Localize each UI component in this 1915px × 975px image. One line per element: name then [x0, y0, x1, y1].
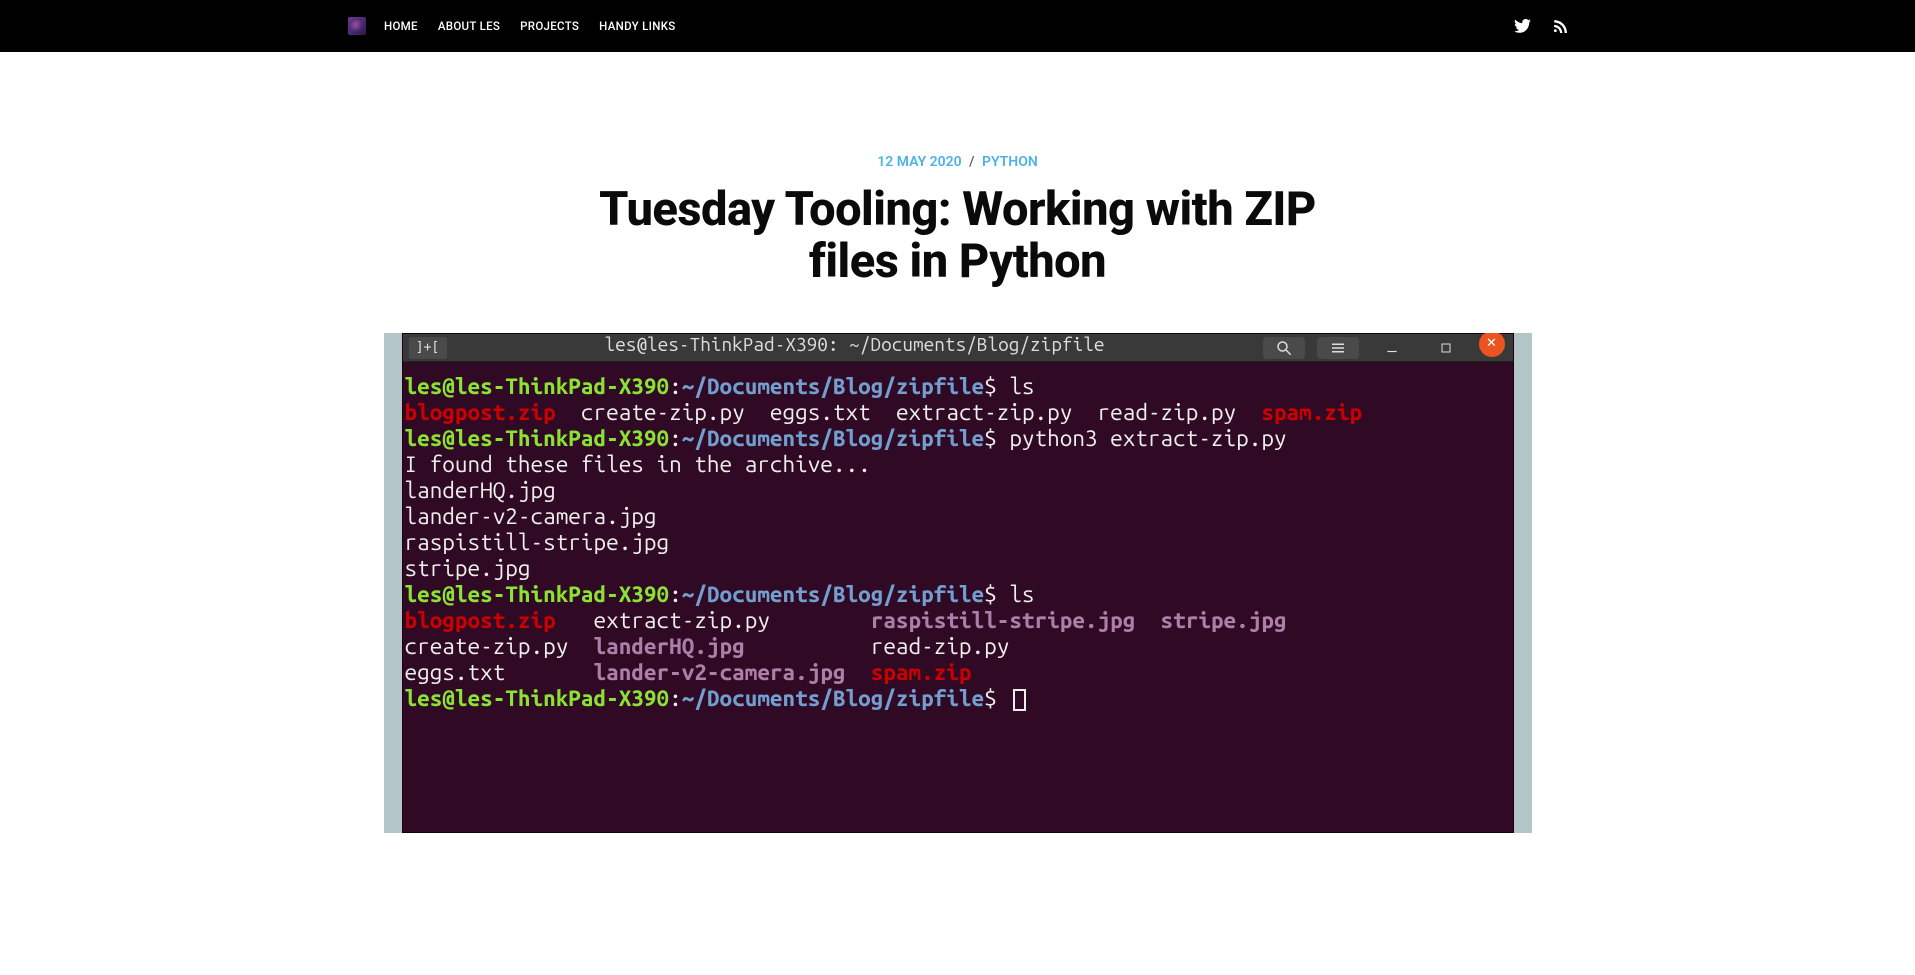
terminal-new-tab-icon: ]+[ [409, 337, 447, 359]
terminal-search-icon [1263, 337, 1305, 359]
terminal-menu-icon [1317, 337, 1359, 359]
terminal-prompt-user: les@les-ThinkPad-X390 [405, 426, 670, 451]
nav-links: HOME ABOUT LES PROJECTS HANDY LINKS [384, 19, 676, 33]
terminal-minimize-icon [1371, 337, 1413, 359]
terminal-file-image: lander-v2-camera.jpg [594, 660, 846, 685]
terminal-output-file: landerHQ.jpg [405, 478, 556, 503]
terminal-screenshot-figure: ]+[ les@les-ThinkPad-X390: ~/Documents/B… [384, 333, 1532, 833]
post-category-link[interactable]: PYTHON [982, 154, 1038, 170]
terminal-body: les@les-ThinkPad-X390:~/Documents/Blog/z… [403, 362, 1513, 832]
terminal-file-blogpost-zip: blogpost.zip [405, 608, 556, 633]
terminal-prompt-user: les@les-ThinkPad-X390 [405, 686, 670, 711]
nav-projects[interactable]: PROJECTS [520, 19, 579, 33]
terminal-prompt-user: les@les-ThinkPad-X390 [405, 374, 670, 399]
terminal-file-image: stripe.jpg [1161, 608, 1287, 633]
terminal-command-ls: ls [1009, 374, 1034, 399]
terminal-file: create-zip.py [581, 400, 745, 425]
terminal-file-blogpost-zip: blogpost.zip [405, 400, 556, 425]
post-title: Tuesday Tooling: Working with ZIP files … [588, 184, 1328, 287]
nav-about-les[interactable]: ABOUT LES [438, 19, 500, 33]
terminal-output-file: lander-v2-camera.jpg [405, 504, 657, 529]
nav-left-group: HOME ABOUT LES PROJECTS HANDY LINKS [348, 17, 676, 35]
terminal-file-spam-zip: spam.zip [1261, 400, 1362, 425]
site-logo[interactable] [348, 17, 366, 35]
terminal-file: read-zip.py [1098, 400, 1237, 425]
terminal-output-found-msg: I found these files in the archive... [405, 452, 871, 477]
terminal-file: extract-zip.py [594, 608, 770, 633]
terminal-output-file: stripe.jpg [405, 556, 531, 581]
post-content: 12 MAY 2020 / PYTHON Tuesday Tooling: Wo… [384, 52, 1532, 833]
terminal-command-ls: ls [1009, 582, 1034, 607]
terminal-prompt-path: ~/Documents/Blog/zipfile [682, 426, 984, 451]
terminal-file-image: landerHQ.jpg [594, 634, 745, 659]
terminal-prompt-path: ~/Documents/Blog/zipfile [682, 374, 984, 399]
post-meta: 12 MAY 2020 / PYTHON [384, 154, 1532, 170]
terminal-prompt-path: ~/Documents/Blog/zipfile [682, 686, 984, 711]
post-date[interactable]: 12 MAY 2020 [877, 154, 961, 170]
terminal-file: extract-zip.py [896, 400, 1072, 425]
terminal-file-image: raspistill-stripe.jpg [871, 608, 1136, 633]
nav-home[interactable]: HOME [384, 19, 418, 33]
rss-icon[interactable] [1553, 19, 1567, 33]
terminal-titlebar: ]+[ les@les-ThinkPad-X390: ~/Documents/B… [403, 334, 1513, 362]
post-meta-separator: / [969, 154, 974, 170]
terminal-maximize-icon [1425, 337, 1467, 359]
nav-handy-links[interactable]: HANDY LINKS [599, 19, 675, 33]
twitter-icon[interactable] [1514, 19, 1531, 33]
terminal-prompt-path: ~/Documents/Blog/zipfile [682, 582, 984, 607]
terminal-window-title: les@les-ThinkPad-X390: ~/Documents/Blog/… [447, 333, 1263, 355]
terminal-close-icon [1479, 333, 1505, 357]
terminal-output-file: raspistill-stripe.jpg [405, 530, 670, 555]
terminal-file-spam-zip: spam.zip [871, 660, 972, 685]
terminal-file: eggs.txt [405, 660, 506, 685]
terminal-file: eggs.txt [770, 400, 871, 425]
terminal-file: create-zip.py [405, 634, 569, 659]
terminal-prompt-user: les@les-ThinkPad-X390 [405, 582, 670, 607]
terminal-command-python: python3 extract-zip.py [1009, 426, 1286, 451]
nav-right-group [1514, 19, 1567, 33]
top-navigation: HOME ABOUT LES PROJECTS HANDY LINKS [0, 0, 1915, 52]
terminal-window-controls [1263, 335, 1505, 361]
terminal-file: read-zip.py [871, 634, 1010, 659]
terminal-cursor-icon [1013, 689, 1026, 711]
terminal-window: ]+[ les@les-ThinkPad-X390: ~/Documents/B… [402, 333, 1514, 833]
